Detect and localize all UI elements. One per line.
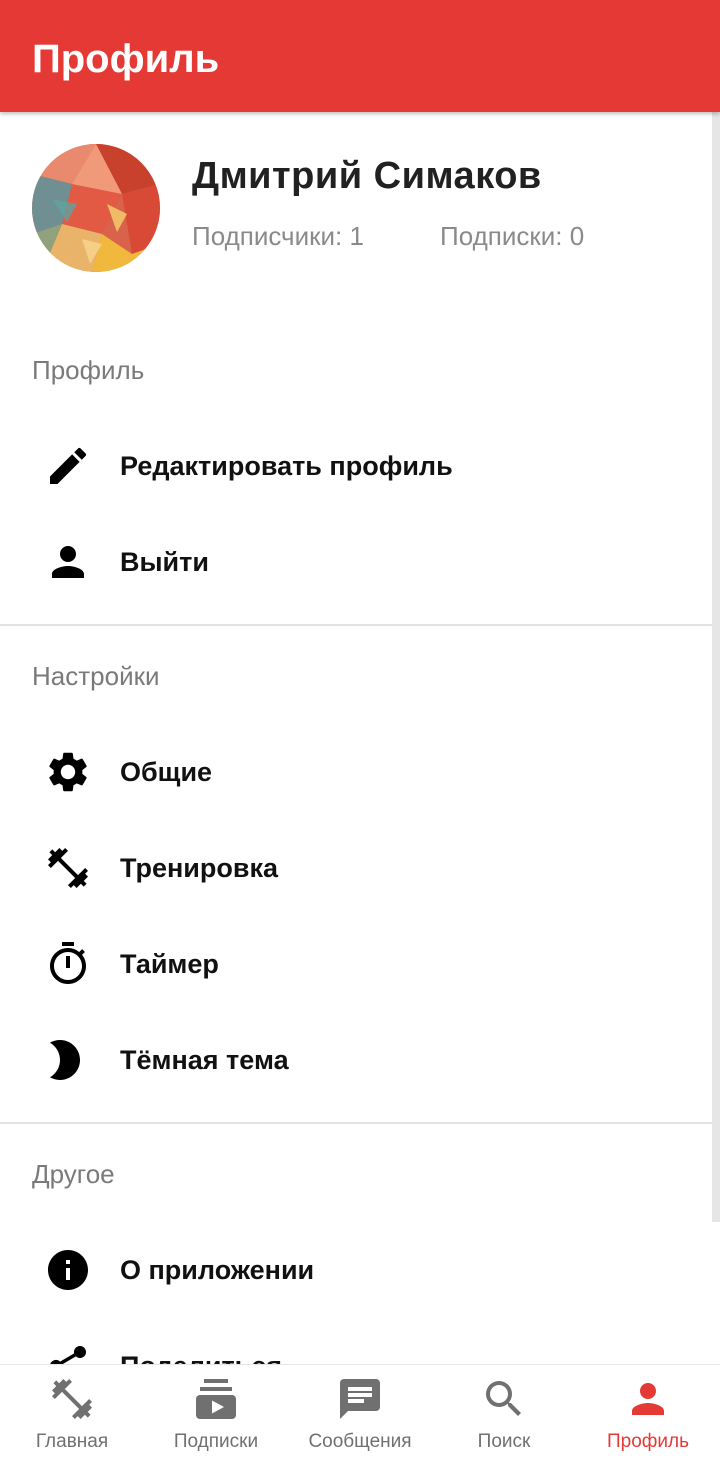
- menu-label: Таймер: [120, 949, 219, 979]
- nav-item-home[interactable]: Главная: [0, 1365, 144, 1460]
- menu-item-general[interactable]: Общие: [0, 724, 712, 820]
- nav-item-search[interactable]: Поиск: [432, 1365, 576, 1460]
- menu-item-edit-profile[interactable]: Редактировать профиль: [0, 418, 712, 514]
- profile-content[interactable]: Дмитрий Симаков Подписчики: 1 Подписки: …: [0, 112, 720, 1364]
- avatar[interactable]: [32, 144, 160, 272]
- moon-icon: [44, 1036, 92, 1084]
- menu-label: Выйти: [120, 547, 209, 577]
- bottom-navigation: Главная Подписки Сообщения Поиск Профиль: [0, 1364, 720, 1460]
- menu-item-logout[interactable]: Выйти: [0, 514, 712, 610]
- info-icon: [44, 1246, 92, 1294]
- menu-item-dark-theme[interactable]: Тёмная тема: [0, 1012, 712, 1108]
- nav-item-subscriptions[interactable]: Подписки: [144, 1365, 288, 1460]
- nav-label: Поиск: [477, 1431, 531, 1452]
- menu-label: Тёмная тема: [120, 1045, 289, 1075]
- menu-label: Тренировка: [120, 853, 278, 883]
- subscriptions-icon: [192, 1375, 240, 1423]
- stopwatch-icon: [44, 940, 92, 988]
- nav-item-messages[interactable]: Сообщения: [288, 1365, 432, 1460]
- person-icon: [624, 1375, 672, 1423]
- following-count[interactable]: Подписки: 0: [440, 220, 584, 252]
- scrollbar[interactable]: [712, 112, 720, 1222]
- divider: [0, 1122, 720, 1124]
- share-icon: [44, 1342, 92, 1364]
- gear-icon: [44, 748, 92, 796]
- user-name: Дмитрий Симаков: [192, 155, 542, 197]
- nav-label: Подписки: [173, 1431, 259, 1452]
- chat-icon: [336, 1375, 384, 1423]
- nav-label: Сообщения: [308, 1431, 412, 1452]
- menu-label: Поделиться: [120, 1350, 282, 1364]
- pencil-icon: [44, 442, 92, 490]
- app-bar: Профиль: [0, 0, 720, 112]
- section-title-profile: Профиль: [32, 355, 145, 385]
- menu-item-workout[interactable]: Тренировка: [0, 820, 712, 916]
- menu-label: Редактировать профиль: [120, 451, 453, 481]
- page-title: Профиль: [32, 37, 220, 81]
- section-title-settings: Настройки: [32, 661, 160, 691]
- followers-count[interactable]: Подписчики: 1: [192, 220, 364, 252]
- nav-label: Главная: [35, 1431, 109, 1452]
- menu-label: О приложении: [120, 1255, 315, 1285]
- menu-item-timer[interactable]: Таймер: [0, 916, 712, 1012]
- person-icon: [44, 538, 92, 586]
- dumbbell-icon: [44, 844, 92, 892]
- dumbbell-icon: [48, 1375, 96, 1423]
- section-title-other: Другое: [32, 1159, 115, 1189]
- nav-item-profile[interactable]: Профиль: [576, 1365, 720, 1460]
- profile-header: Дмитрий Симаков Подписчики: 1 Подписки: …: [0, 112, 720, 332]
- menu-label: Общие: [120, 757, 213, 787]
- search-icon: [480, 1375, 528, 1423]
- divider: [0, 624, 720, 626]
- nav-label: Профиль: [606, 1431, 690, 1452]
- menu-item-share[interactable]: Поделиться: [0, 1318, 712, 1364]
- menu-item-about[interactable]: О приложении: [0, 1222, 712, 1318]
